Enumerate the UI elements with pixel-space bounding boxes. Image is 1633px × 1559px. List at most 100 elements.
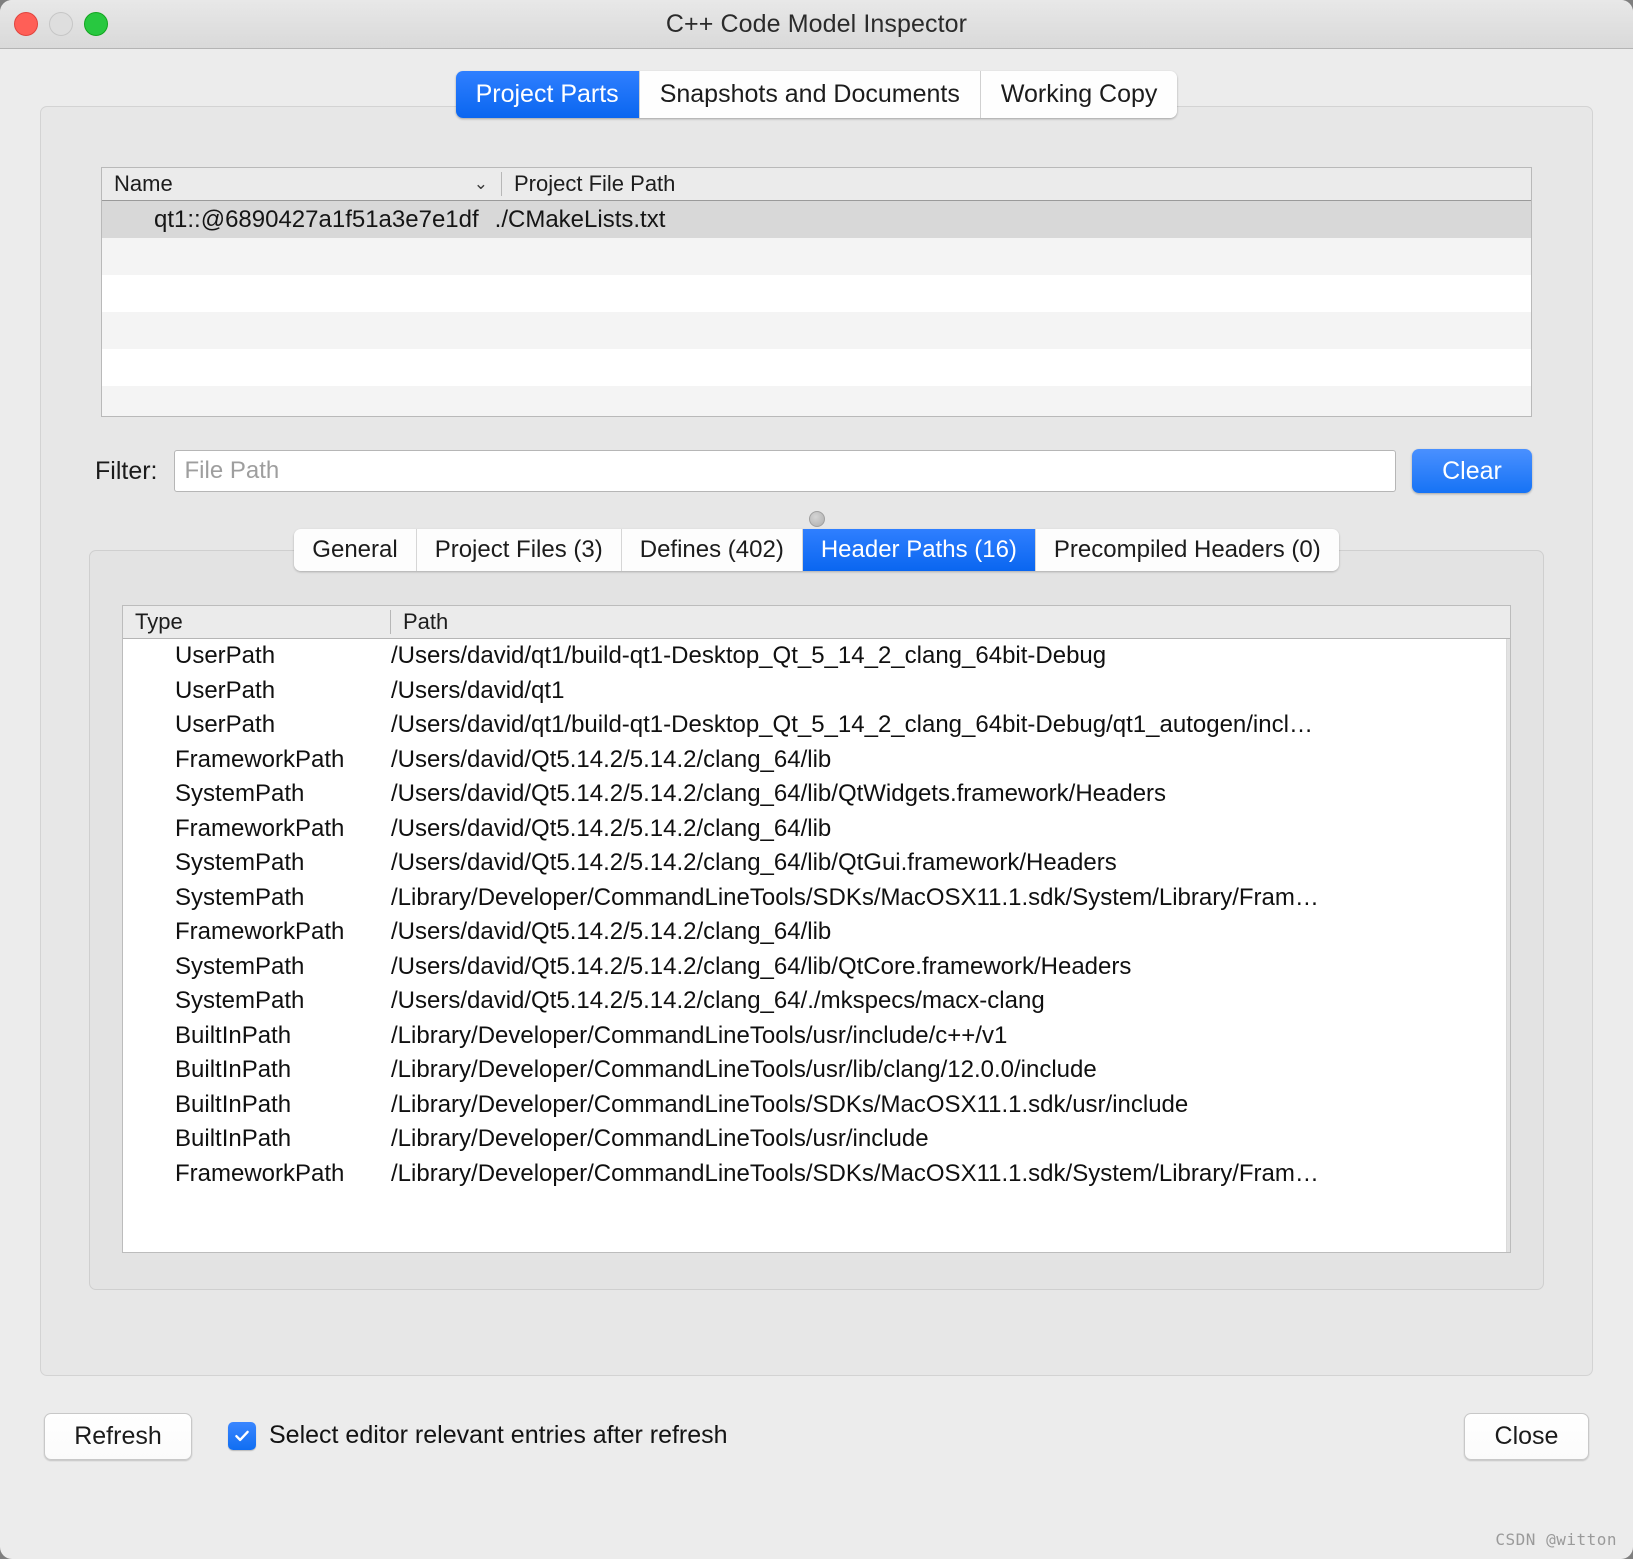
zoom-window-icon[interactable] xyxy=(84,12,108,36)
tab-working-copy[interactable]: Working Copy xyxy=(981,71,1178,118)
cell-part-path: ./CMakeLists.txt xyxy=(479,206,666,234)
cell-path: /Users/david/Qt5.14.2/5.14.2/clang_64/li… xyxy=(391,780,1510,808)
table-row[interactable]: SystemPath/Library/Developer/CommandLine… xyxy=(123,881,1510,916)
table-row-empty xyxy=(102,238,1531,275)
cell-path: /Library/Developer/CommandLineTools/SDKs… xyxy=(391,1160,1510,1188)
cell-path: /Users/david/qt1/build-qt1-Desktop_Qt_5_… xyxy=(391,642,1510,670)
table-row[interactable]: SystemPath/Users/david/Qt5.14.2/5.14.2/c… xyxy=(123,777,1510,812)
detail-tabbar: General Project Files (3) Defines (402) … xyxy=(89,529,1544,571)
table-row[interactable]: FrameworkPath/Library/Developer/CommandL… xyxy=(123,1157,1510,1192)
tab-general[interactable]: General xyxy=(294,529,416,571)
tab-project-files[interactable]: Project Files (3) xyxy=(417,529,622,571)
project-parts-table-body: qt1::@6890427a1f51a3e7e1df ./CMakeLists.… xyxy=(102,201,1531,417)
table-row[interactable]: BuiltInPath/Library/Developer/CommandLin… xyxy=(123,1019,1510,1054)
cell-type: SystemPath xyxy=(123,780,391,808)
project-parts-table[interactable]: Name ⌄ Project File Path qt1::@6890427a1… xyxy=(101,167,1532,417)
cell-type: SystemPath xyxy=(123,987,391,1015)
cell-path: /Users/david/Qt5.14.2/5.14.2/clang_64/./… xyxy=(391,987,1510,1015)
cell-path: /Users/david/qt1 xyxy=(391,677,1510,705)
tab-header-paths[interactable]: Header Paths (16) xyxy=(803,529,1036,571)
watermark-text: CSDN @witton xyxy=(1495,1530,1617,1549)
tab-project-parts[interactable]: Project Parts xyxy=(456,71,640,118)
table-row-empty xyxy=(102,312,1531,349)
cell-type: FrameworkPath xyxy=(123,815,391,843)
column-header-name-label: Name xyxy=(114,171,173,197)
table-row[interactable]: FrameworkPath/Users/david/Qt5.14.2/5.14.… xyxy=(123,812,1510,847)
table-row[interactable]: BuiltInPath/Library/Developer/CommandLin… xyxy=(123,1053,1510,1088)
dialog-footer: Refresh Select editor relevant entries a… xyxy=(0,1376,1633,1559)
project-parts-panel: Name ⌄ Project File Path qt1::@6890427a1… xyxy=(40,106,1593,1376)
detail-tabs-area: General Project Files (3) Defines (402) … xyxy=(89,529,1544,1290)
header-paths-table[interactable]: Type Path UserPath/Users/david/qt1/build… xyxy=(122,605,1511,1253)
header-paths-panel: Type Path UserPath/Users/david/qt1/build… xyxy=(89,550,1544,1290)
splitter-grip-icon[interactable] xyxy=(809,511,825,527)
cell-type: FrameworkPath xyxy=(123,918,391,946)
filter-label: Filter: xyxy=(95,457,158,486)
cell-path: /Users/david/Qt5.14.2/5.14.2/clang_64/li… xyxy=(391,918,1510,946)
cell-type: FrameworkPath xyxy=(123,1160,391,1188)
table-row[interactable]: UserPath/Users/david/qt1 xyxy=(123,674,1510,709)
column-header-project-file-path-label: Project File Path xyxy=(514,171,675,197)
detail-tabstrip: General Project Files (3) Defines (402) … xyxy=(294,529,1338,571)
filter-row: Filter: Clear xyxy=(95,449,1532,493)
window-title: C++ Code Model Inspector xyxy=(0,10,1633,39)
tab-defines[interactable]: Defines (402) xyxy=(622,529,803,571)
window-controls xyxy=(14,12,108,36)
cell-type: BuiltInPath xyxy=(123,1056,391,1084)
tab-snapshots-and-documents[interactable]: Snapshots and Documents xyxy=(640,71,981,118)
refresh-button[interactable]: Refresh xyxy=(44,1413,192,1460)
cell-type: FrameworkPath xyxy=(123,746,391,774)
table-row[interactable]: BuiltInPath/Library/Developer/CommandLin… xyxy=(123,1122,1510,1157)
cell-type: BuiltInPath xyxy=(123,1125,391,1153)
checkbox-label: Select editor relevant entries after ref… xyxy=(269,1421,728,1450)
tab-precompiled-headers[interactable]: Precompiled Headers (0) xyxy=(1036,529,1339,571)
cell-part-name: qt1::@6890427a1f51a3e7e1df xyxy=(102,206,479,234)
cell-path: /Library/Developer/CommandLineTools/usr/… xyxy=(391,1022,1510,1050)
top-tabbar: Project Parts Snapshots and Documents Wo… xyxy=(0,49,1633,122)
table-row-empty xyxy=(102,386,1531,417)
cell-path: /Library/Developer/CommandLineTools/SDKs… xyxy=(391,1091,1510,1119)
cell-path: /Users/david/Qt5.14.2/5.14.2/clang_64/li… xyxy=(391,953,1510,981)
cell-type: SystemPath xyxy=(123,849,391,877)
project-parts-table-header: Name ⌄ Project File Path xyxy=(102,168,1531,201)
window-titlebar: C++ Code Model Inspector xyxy=(0,0,1633,49)
table-row[interactable]: SystemPath/Users/david/Qt5.14.2/5.14.2/c… xyxy=(123,846,1510,881)
cell-path: /Library/Developer/CommandLineTools/usr/… xyxy=(391,1056,1510,1084)
cell-path: /Users/david/Qt5.14.2/5.14.2/clang_64/li… xyxy=(391,746,1510,774)
table-row[interactable]: BuiltInPath/Library/Developer/CommandLin… xyxy=(123,1088,1510,1123)
header-paths-table-body: UserPath/Users/david/qt1/build-qt1-Deskt… xyxy=(123,639,1510,1252)
clear-filter-button[interactable]: Clear xyxy=(1412,449,1532,493)
table-row[interactable]: FrameworkPath/Users/david/Qt5.14.2/5.14.… xyxy=(123,915,1510,950)
column-header-name[interactable]: Name ⌄ xyxy=(102,168,502,200)
close-window-icon[interactable] xyxy=(14,12,38,36)
close-dialog-button[interactable]: Close xyxy=(1464,1413,1589,1460)
column-header-path-label: Path xyxy=(403,609,448,635)
cell-type: SystemPath xyxy=(123,953,391,981)
cell-type: BuiltInPath xyxy=(123,1022,391,1050)
checkbox-checked-icon[interactable] xyxy=(228,1422,256,1450)
minimize-window-icon[interactable] xyxy=(49,12,73,36)
cell-type: UserPath xyxy=(123,711,391,739)
column-header-type[interactable]: Type xyxy=(123,606,391,638)
table-row[interactable]: SystemPath/Users/david/Qt5.14.2/5.14.2/c… xyxy=(123,950,1510,985)
table-row[interactable]: SystemPath/Users/david/Qt5.14.2/5.14.2/c… xyxy=(123,984,1510,1019)
table-row[interactable]: FrameworkPath/Users/david/Qt5.14.2/5.14.… xyxy=(123,743,1510,778)
top-tabstrip: Project Parts Snapshots and Documents Wo… xyxy=(456,71,1178,118)
table-row[interactable]: UserPath/Users/david/qt1/build-qt1-Deskt… xyxy=(123,708,1510,743)
vertical-scrollbar[interactable] xyxy=(1506,639,1510,1252)
column-header-type-label: Type xyxy=(135,609,183,635)
table-row-empty xyxy=(102,275,1531,312)
cell-path: /Library/Developer/CommandLineTools/usr/… xyxy=(391,1125,1510,1153)
column-header-project-file-path[interactable]: Project File Path xyxy=(502,168,1531,200)
chevron-down-icon: ⌄ xyxy=(474,174,488,194)
header-paths-table-header: Type Path xyxy=(123,606,1510,639)
cell-type: SystemPath xyxy=(123,884,391,912)
cell-type: UserPath xyxy=(123,642,391,670)
table-row[interactable]: qt1::@6890427a1f51a3e7e1df ./CMakeLists.… xyxy=(102,201,1531,238)
filter-input[interactable] xyxy=(174,450,1397,492)
column-header-path[interactable]: Path xyxy=(391,606,1510,638)
table-row[interactable]: UserPath/Users/david/qt1/build-qt1-Deskt… xyxy=(123,639,1510,674)
select-editor-relevant-checkbox-row[interactable]: Select editor relevant entries after ref… xyxy=(228,1421,728,1450)
scrollbar-thumb[interactable] xyxy=(1507,639,1510,1252)
cell-path: /Library/Developer/CommandLineTools/SDKs… xyxy=(391,884,1510,912)
